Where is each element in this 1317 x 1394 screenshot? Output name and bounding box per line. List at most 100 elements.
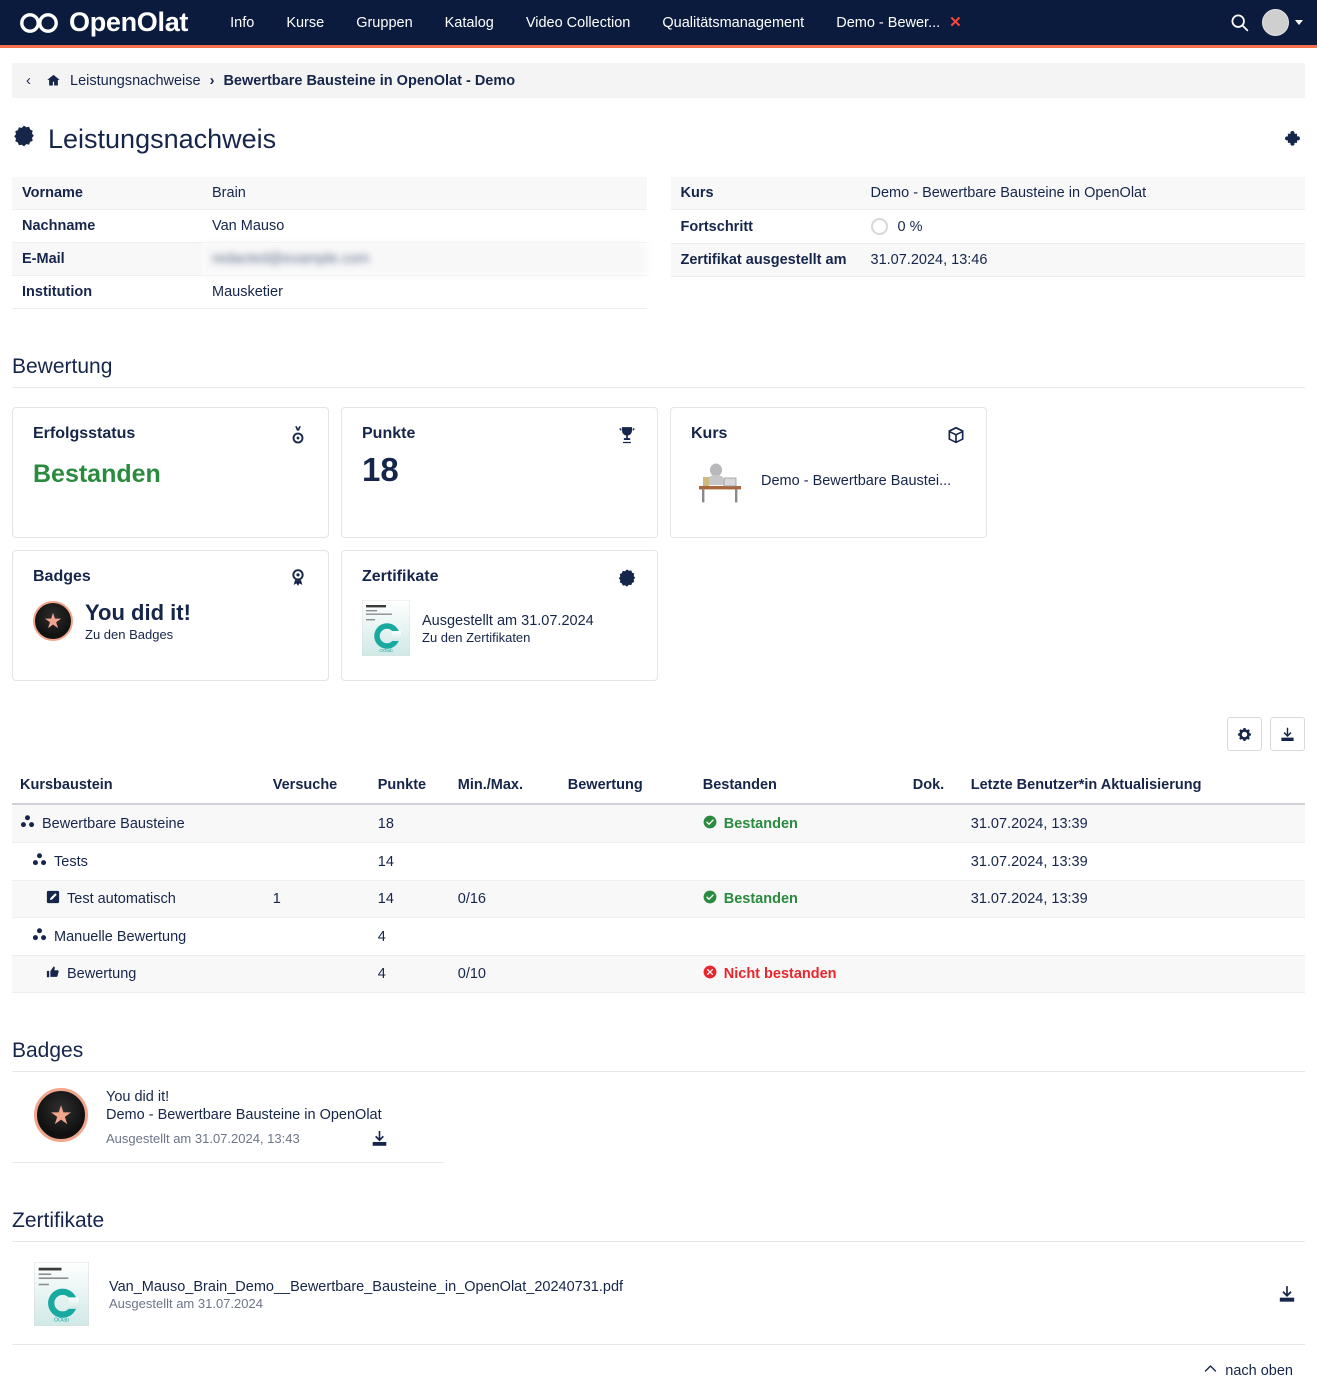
cell-updated [963, 918, 1305, 956]
table-row: Nachname Van Mauso [12, 210, 647, 243]
card-zertifikate-title: Zertifikate [362, 568, 438, 586]
test-icon [46, 890, 60, 908]
table-row: Institution Mausketier [12, 276, 647, 309]
certificate-issued-date: Ausgestellt am 31.07.2024 [109, 1296, 263, 1311]
card-erfolgsstatus: Erfolgsstatus Bestanden [12, 407, 329, 538]
download-icon[interactable] [370, 1129, 389, 1148]
user-info-value-vorname: Brain [202, 177, 647, 210]
table-row: Zertifikat ausgestellt am 31.07.2024, 13… [671, 244, 1306, 277]
card-zertifikate-body[interactable]: OOlab Ausgestellt am 31.07.2024 Zu den Z… [362, 600, 637, 656]
card-zertifikate-issued: Ausgestellt am 31.07.2024 [422, 613, 594, 629]
top-navbar: OpenOlat Info Kurse Gruppen Katalog Vide… [0, 0, 1317, 45]
col-minmax[interactable]: Min./Max. [450, 771, 560, 804]
cell-punkte: 14 [370, 881, 450, 918]
chevron-up-icon [1203, 1361, 1218, 1380]
gear-icon[interactable] [1227, 717, 1262, 751]
award-ribbon-icon [288, 568, 308, 588]
cell-updated: 31.07.2024, 13:39 [963, 881, 1305, 918]
nav-tab-demo-course[interactable]: Demo - Bewer... ✕ [820, 9, 978, 37]
cell-bewertung [560, 881, 695, 918]
card-badges: Badges ★ You did it! Zu den Badges [12, 550, 329, 681]
row-label[interactable]: Manuelle Bewertung [54, 929, 186, 945]
cell-punkte: 18 [370, 804, 450, 843]
card-badges-name: You did it! [85, 600, 191, 625]
cell-versuche [265, 918, 370, 956]
home-icon[interactable] [46, 73, 61, 88]
cube-icon [946, 425, 966, 445]
table-row: Kurs Demo - Bewertbare Bausteine in Open… [671, 177, 1306, 210]
page-title: Leistungsnachweis [12, 124, 276, 155]
bewertung-card-grid: Erfolgsstatus Bestanden Punkte [12, 407, 1305, 681]
cell-updated: 31.07.2024, 13:39 [963, 804, 1305, 843]
card-zertifikate-link[interactable]: Zu den Zertifikaten [422, 630, 530, 645]
badge-medallion-icon: ★ [33, 601, 73, 641]
certificate-filename[interactable]: Van_Mauso_Brain_Demo__Bewertbare_Baustei… [109, 1279, 623, 1295]
user-info-value-email: redacted@example.com [202, 243, 647, 276]
cell-minmax [450, 918, 560, 956]
info-tables: Vorname Brain Nachname Van Mauso E-Mail … [12, 177, 1305, 309]
download-icon[interactable] [1270, 717, 1305, 751]
results-table-toolbar [12, 717, 1305, 751]
cell-punkte: 14 [370, 843, 450, 881]
col-kursbaustein[interactable]: Kursbaustein [12, 771, 265, 804]
table-row: Bewertbare Bausteine 18 Bestanden 3 [12, 804, 1305, 843]
col-punkte[interactable]: Punkte [370, 771, 450, 804]
infinity-logo-icon [18, 12, 62, 34]
col-bestanden[interactable]: Bestanden [695, 771, 905, 804]
table-header-row: Kursbaustein Versuche Punkte Min./Max. B… [12, 771, 1305, 804]
badge-medallion-icon[interactable]: ★ [34, 1088, 88, 1142]
main-nav: Info Kurse Gruppen Katalog Video Collect… [214, 9, 1229, 37]
certificate-seal-icon [12, 124, 36, 155]
course-info-value-zertifikat: 31.07.2024, 13:46 [861, 244, 1306, 277]
badge-name: You did it! [106, 1089, 169, 1105]
card-zertifikate: Zertifikate [341, 550, 658, 681]
course-info-value-kurs: Demo - Bewertbare Bausteine in OpenOlat [861, 177, 1306, 210]
card-badges-body[interactable]: ★ You did it! Zu den Badges [33, 600, 308, 642]
nav-item-video-collection[interactable]: Video Collection [510, 9, 647, 37]
puzzle-piece-icon[interactable] [1283, 129, 1305, 151]
breadcrumb-item-leistungsnachweise[interactable]: Leistungsnachweise [70, 73, 201, 89]
breadcrumb-back-button[interactable]: ‹ [26, 73, 31, 88]
col-bewertung[interactable]: Bewertung [560, 771, 695, 804]
certificate-thumbnail[interactable]: OOlab [34, 1262, 89, 1326]
progress-ring-icon [871, 218, 888, 235]
row-label[interactable]: Bewertbare Bausteine [42, 816, 185, 832]
close-icon[interactable]: ✕ [949, 15, 962, 30]
search-icon[interactable] [1229, 12, 1250, 33]
progress-value: 0 % [898, 219, 923, 235]
table-row: Test automatisch 1 14 0/16 Bestanden [12, 881, 1305, 918]
thumbs-up-icon [46, 965, 60, 983]
col-dok[interactable]: Dok. [905, 771, 963, 804]
card-badges-link[interactable]: Zu den Badges [85, 627, 191, 642]
cell-minmax [450, 804, 560, 843]
row-label[interactable]: Tests [54, 854, 88, 870]
brand-name: OpenOlat [69, 9, 188, 36]
cell-bestanden [695, 918, 905, 956]
cell-bestanden: Bestanden [695, 804, 905, 843]
check-circle-icon [703, 890, 717, 908]
nav-tab-label: Demo - Bewer... [836, 15, 940, 31]
results-table-head: Kursbaustein Versuche Punkte Min./Max. B… [12, 771, 1305, 804]
nav-item-gruppen[interactable]: Gruppen [340, 9, 428, 37]
user-menu[interactable] [1262, 9, 1303, 36]
trophy-icon [617, 425, 637, 445]
nav-item-qualitaetsmanagement[interactable]: Qualitätsmanagement [646, 9, 820, 37]
back-to-top-link[interactable]: nach oben [12, 1345, 1305, 1394]
nav-item-kurse[interactable]: Kurse [270, 9, 340, 37]
course-info-label-fortschritt: Fortschritt [671, 210, 861, 244]
col-letzte-aktualisierung[interactable]: Letzte Benutzer*in Aktualisierung [963, 771, 1305, 804]
navbar-right-tools [1229, 9, 1303, 36]
card-kurs-body[interactable]: Demo - Bewertbare Baustei... [691, 457, 966, 505]
check-circle-icon [703, 815, 717, 833]
nav-item-katalog[interactable]: Katalog [429, 9, 510, 37]
card-kurs-label: Demo - Bewertbare Baustei... [761, 473, 951, 489]
row-label[interactable]: Test automatisch [67, 891, 176, 907]
brand-logo[interactable]: OpenOlat [18, 9, 188, 36]
table-row: Tests 14 31.07.2024, 13:39 [12, 843, 1305, 881]
row-label[interactable]: Bewertung [67, 966, 136, 982]
download-icon[interactable] [1277, 1284, 1297, 1304]
col-versuche[interactable]: Versuche [265, 771, 370, 804]
table-row: Fortschritt 0 % [671, 210, 1306, 244]
cell-versuche [265, 843, 370, 881]
nav-item-info[interactable]: Info [214, 9, 270, 37]
